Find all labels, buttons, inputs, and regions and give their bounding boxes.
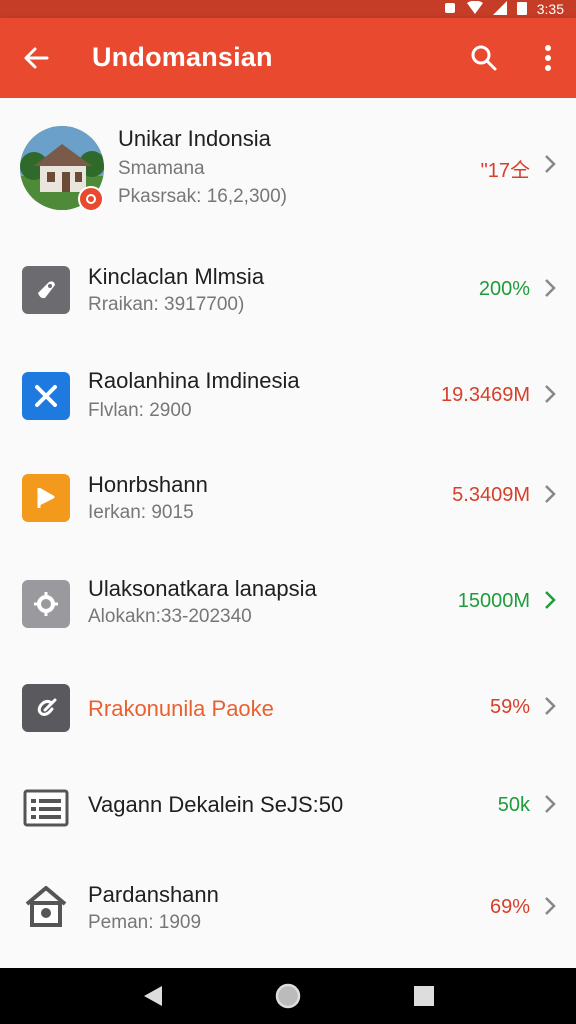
chevron-right-icon bbox=[540, 482, 560, 506]
arrow-back-icon bbox=[24, 47, 49, 69]
search-button[interactable] bbox=[466, 40, 502, 76]
system-nav-bar bbox=[0, 968, 576, 1024]
item-subtitle: Peman: 1909 bbox=[88, 912, 202, 933]
flag-icon bbox=[22, 474, 70, 522]
item-value: 19.3469M bbox=[441, 384, 530, 406]
wifi-icon bbox=[466, 0, 483, 18]
nav-recents-button[interactable] bbox=[404, 980, 444, 1012]
chevron-right-icon bbox=[540, 894, 560, 918]
item-title: Ulaksonatkara lanapsia bbox=[88, 576, 317, 601]
item-title: Kinclaclan Mlmsia bbox=[88, 264, 265, 289]
item-subtitle: Ierkan: 9015 bbox=[88, 502, 194, 523]
document-list-icon bbox=[22, 784, 70, 832]
chevron-right-icon bbox=[540, 792, 560, 816]
nav-home-button[interactable] bbox=[268, 980, 308, 1012]
list-item[interactable]: Unikar Indonsia Smamana Pkasrsak: 16,2,3… bbox=[0, 98, 576, 237]
more-vertical-icon bbox=[545, 45, 551, 71]
circle-home-icon bbox=[275, 983, 301, 1009]
item-title: Unikar Indonsia bbox=[118, 126, 271, 151]
item-title: Rrakonunila Paoke bbox=[88, 696, 274, 721]
list-item[interactable]: Honrbshann Ierkan: 9015 5.3409M bbox=[0, 446, 576, 551]
item-title: Honrbshann bbox=[88, 472, 208, 497]
tools-icon bbox=[22, 372, 70, 420]
more-options-button[interactable] bbox=[532, 40, 564, 76]
chevron-right-icon bbox=[540, 382, 560, 406]
status-icons: 3:35 bbox=[443, 0, 564, 18]
triangle-back-icon bbox=[144, 986, 162, 1006]
square-recents-icon bbox=[414, 986, 434, 1006]
item-value: 15000M bbox=[457, 590, 530, 612]
item-value: 59% bbox=[489, 696, 530, 718]
chevron-right-icon bbox=[540, 152, 560, 176]
app-bar: Undomansian bbox=[0, 18, 576, 98]
page-title: Undomansian bbox=[92, 42, 273, 72]
folder-gear-icon bbox=[22, 580, 70, 628]
tag-icon bbox=[22, 266, 70, 314]
signal-icon bbox=[492, 0, 507, 18]
list-item[interactable]: Rrakonunila Paoke 59% bbox=[0, 656, 576, 757]
list-item[interactable]: Ulaksonatkara lanapsia Alokakn:33-202340… bbox=[0, 550, 576, 657]
list-item[interactable]: Pardanshann Peman: 1909 69% bbox=[0, 856, 576, 968]
status-bar: 3:35 bbox=[0, 0, 576, 18]
avatar-badge bbox=[78, 186, 104, 212]
badge-icon bbox=[86, 194, 96, 204]
item-value: 69% bbox=[489, 896, 530, 918]
home-icon bbox=[22, 882, 70, 930]
item-subtitle-2: Pkasrsak: 16,2,300) bbox=[118, 186, 287, 207]
edit-icon bbox=[22, 684, 70, 732]
back-button[interactable] bbox=[18, 40, 54, 76]
chevron-right-icon bbox=[540, 694, 560, 718]
list-item[interactable]: Raolanhina Imdinesia Flvlan: 2900 19.346… bbox=[0, 342, 576, 447]
item-value: 5.3409M bbox=[452, 484, 530, 506]
chevron-right-icon bbox=[540, 276, 560, 300]
list-item[interactable]: Vagann Dekalein SeJS:50 50k bbox=[0, 756, 576, 857]
search-icon bbox=[471, 45, 497, 71]
chevron-right-icon bbox=[540, 588, 560, 612]
item-title: Pardanshann bbox=[88, 882, 219, 907]
item-list: Unikar Indonsia Smamana Pkasrsak: 16,2,3… bbox=[0, 98, 576, 968]
item-subtitle: Smamana bbox=[118, 158, 205, 179]
nav-back-button[interactable] bbox=[133, 980, 173, 1012]
item-value: "17仝 bbox=[480, 160, 530, 182]
notification-icon bbox=[443, 1, 457, 18]
item-value: 200% bbox=[478, 278, 530, 300]
clock: 3:35 bbox=[536, 1, 564, 17]
item-value: 50k bbox=[497, 794, 530, 816]
item-subtitle: Flvlan: 2900 bbox=[88, 400, 192, 421]
battery-icon bbox=[516, 1, 527, 18]
item-subtitle: Alokakn:33-202340 bbox=[88, 606, 252, 627]
item-title: Raolanhina Imdinesia bbox=[88, 368, 300, 393]
item-title: Vagann Dekalein SeJS:50 bbox=[88, 792, 344, 817]
item-subtitle: Rraikan: 3917700) bbox=[88, 294, 245, 315]
list-item[interactable]: Kinclaclan Mlmsia Rraikan: 3917700) 200% bbox=[0, 236, 576, 343]
